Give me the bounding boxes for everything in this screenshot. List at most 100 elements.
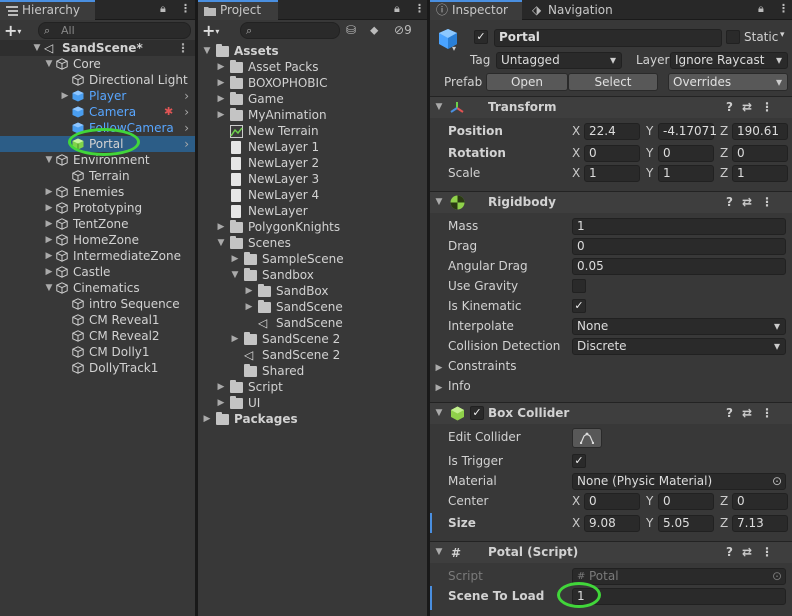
project-item[interactable]: ▼ Assets	[198, 43, 427, 59]
more-menu-icon[interactable]: ⋮	[778, 2, 789, 15]
project-item[interactable]: ▶ SandScene 2	[198, 331, 427, 347]
hidden-packages-toggle[interactable]: ⊘9	[394, 23, 412, 37]
static-checkbox[interactable]	[726, 30, 740, 44]
scene-row[interactable]: ▼ ◁ SandScene* ⋮	[0, 40, 195, 56]
expand-arrow-icon[interactable]: ▶	[44, 216, 54, 232]
expand-arrow-icon[interactable]: ▶	[44, 248, 54, 264]
help-icon[interactable]: ?	[726, 545, 742, 559]
expand-arrow-icon[interactable]: ▶	[44, 264, 54, 280]
hierarchy-item[interactable]: intro Sequence	[0, 296, 195, 312]
collapse-arrow-icon[interactable]: ▼	[434, 403, 444, 424]
component-menu-icon[interactable]: ⋮	[761, 195, 782, 209]
tab-hierarchy[interactable]: Hierarchy	[0, 0, 95, 20]
expand-arrow-icon[interactable]: ▶	[230, 331, 240, 347]
help-icon[interactable]: ?	[726, 195, 742, 209]
more-menu-icon[interactable]: ⋮	[180, 2, 191, 15]
size-x-input[interactable]: 9.08	[584, 515, 640, 532]
material-object-field[interactable]: None (Physic Material) ⊙	[572, 473, 786, 490]
z-axis-label[interactable]: Z	[720, 121, 728, 141]
hierarchy-search-input[interactable]: ⌕ All	[38, 22, 191, 39]
project-item[interactable]: NewLayer 1	[198, 139, 427, 155]
add-object-button[interactable]: +▾	[4, 21, 21, 40]
tab-inspector[interactable]: ⓘ Inspector	[430, 0, 522, 20]
expand-arrow-icon[interactable]: ▶	[216, 91, 226, 107]
expand-arrow-icon[interactable]: ▶	[44, 200, 54, 216]
prefab-overrides-dropdown[interactable]: Overrides	[668, 73, 788, 91]
center-x-input[interactable]: 0	[584, 493, 640, 510]
hierarchy-item[interactable]: CM Reveal2	[0, 328, 195, 344]
expand-arrow-icon[interactable]: ▼	[230, 267, 240, 283]
y-axis-label[interactable]: Y	[646, 121, 653, 141]
expand-arrow-icon[interactable]: ▶	[216, 219, 226, 235]
project-item[interactable]: ▶ BOXOPHOBIC	[198, 75, 427, 91]
hierarchy-item[interactable]: CM Dolly1	[0, 344, 195, 360]
info-arrow-icon[interactable]: ▶	[434, 380, 444, 396]
z-axis-label[interactable]: Z	[720, 163, 728, 183]
interpolate-dropdown[interactable]: None	[572, 318, 786, 335]
lock-icon[interactable]: 🔒︎	[758, 2, 764, 16]
x-axis-label[interactable]: X	[572, 513, 580, 533]
info-label[interactable]: Info	[448, 376, 471, 396]
collapse-arrow-icon[interactable]: ▼	[434, 192, 444, 213]
object-name-input[interactable]: Portal	[494, 29, 722, 47]
rigidbody-header[interactable]: ▼ Rigidbody ?⇄⋮	[430, 191, 792, 213]
mass-input[interactable]: 1	[572, 218, 786, 235]
rotation-y-input[interactable]: 0	[658, 145, 714, 162]
box-collider-header[interactable]: ▼ ✓ Box Collider ?⇄⋮	[430, 402, 792, 424]
lock-icon[interactable]: 🔒︎	[394, 2, 400, 16]
hierarchy-item[interactable]: ▼ Cinematics	[0, 280, 195, 296]
active-checkbox[interactable]: ✓	[474, 30, 488, 44]
scene-menu-icon[interactable]: ⋮	[177, 40, 189, 56]
object-picker-icon[interactable]: ⊙	[772, 474, 782, 489]
hierarchy-item[interactable]: Camera ✱ ›	[0, 104, 195, 120]
help-icon[interactable]: ?	[726, 100, 742, 114]
prefab-open-button[interactable]: Open	[486, 73, 568, 91]
expand-arrow-icon[interactable]: ▶	[244, 299, 254, 315]
icon-dropdown-icon[interactable]: ▾	[452, 44, 456, 53]
project-item[interactable]: NewLayer 4	[198, 187, 427, 203]
collapse-arrow-icon[interactable]: ▼	[434, 542, 444, 563]
is-trigger-checkbox[interactable]: ✓	[572, 454, 586, 468]
z-axis-label[interactable]: Z	[720, 491, 728, 511]
hierarchy-item[interactable]: ▶ HomeZone	[0, 232, 195, 248]
expand-arrow-icon[interactable]: ▶	[60, 88, 70, 104]
is-kinematic-checkbox[interactable]: ✓	[572, 299, 586, 313]
use-gravity-checkbox[interactable]	[572, 279, 586, 293]
presets-icon[interactable]: ⇄	[742, 100, 761, 114]
project-item[interactable]: NewLayer 3	[198, 171, 427, 187]
expand-arrow-icon[interactable]: ▶	[216, 395, 226, 411]
project-item[interactable]: ▶ Game	[198, 91, 427, 107]
expand-arrow-icon[interactable]: ▶	[244, 283, 254, 299]
tab-project[interactable]: Project	[198, 0, 278, 20]
y-axis-label[interactable]: Y	[646, 163, 653, 183]
hierarchy-item[interactable]: DollyTrack1	[0, 360, 195, 376]
hierarchy-item[interactable]: ▶ Prototyping	[0, 200, 195, 216]
lock-icon[interactable]: 🔒︎	[160, 2, 166, 16]
drag-input[interactable]: 0	[572, 238, 786, 255]
project-item[interactable]: ▶ PolygonKnights	[198, 219, 427, 235]
constraints-label[interactable]: Constraints	[448, 356, 516, 376]
hierarchy-item[interactable]: ▼ Core	[0, 56, 195, 72]
scale-y-input[interactable]: 1	[658, 165, 714, 182]
filter-by-label-icon[interactable]: ⬥	[370, 23, 378, 38]
project-item[interactable]: ▶ SandScene	[198, 299, 427, 315]
project-item[interactable]: ▼ Sandbox	[198, 267, 427, 283]
expand-arrow-icon[interactable]: ▼	[202, 43, 212, 59]
x-axis-label[interactable]: X	[572, 491, 580, 511]
collapse-arrow-icon[interactable]: ▼	[434, 97, 444, 118]
y-axis-label[interactable]: Y	[646, 143, 653, 163]
filter-by-type-icon[interactable]: ⛁	[346, 23, 356, 37]
project-item[interactable]: ◁ SandScene 2	[198, 347, 427, 363]
open-prefab-arrow-icon[interactable]: ›	[184, 104, 189, 120]
expand-arrow-icon[interactable]: ▼	[44, 56, 54, 72]
expand-arrow-icon[interactable]: ▼	[216, 235, 226, 251]
hierarchy-item[interactable]: ▶ Enemies	[0, 184, 195, 200]
rotation-z-input[interactable]: 0	[732, 145, 788, 162]
expand-arrow-icon[interactable]: ▶	[216, 59, 226, 75]
expand-arrow-icon[interactable]: ▶	[202, 411, 212, 427]
component-menu-icon[interactable]: ⋮	[761, 100, 782, 114]
box-collider-enabled-checkbox[interactable]: ✓	[470, 406, 484, 420]
edit-collider-button[interactable]	[572, 428, 602, 448]
position-z-input[interactable]: 190.61	[732, 123, 788, 140]
size-z-input[interactable]: 7.13	[732, 515, 788, 532]
